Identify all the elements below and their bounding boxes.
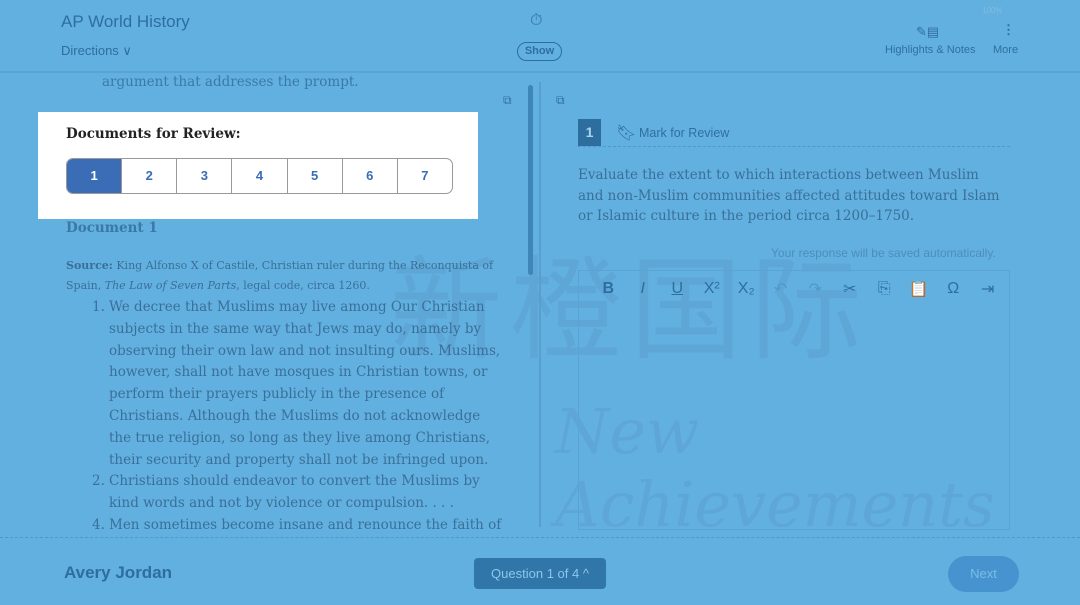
directions-text: argument that addresses the prompt.: [102, 74, 359, 90]
document-tab-5[interactable]: 5: [288, 159, 343, 193]
show-timer-button[interactable]: Show: [517, 42, 562, 61]
cut-icon[interactable]: ✂: [833, 279, 868, 299]
more-vertical-icon[interactable]: ⋮: [1002, 22, 1015, 38]
copy-icon[interactable]: ⎘: [867, 280, 902, 298]
list-item: 2. Christians should endeavor to convert …: [92, 473, 480, 512]
next-button[interactable]: Next: [948, 556, 1019, 592]
documents-for-review: Documents for Review: 1 2 3 4 5 6 7: [38, 112, 478, 219]
document-tab-4[interactable]: 4: [232, 159, 288, 193]
document-tabs: 1 2 3 4 5 6 7: [66, 158, 453, 194]
document-tab-1[interactable]: 1: [67, 159, 123, 193]
stopwatch-icon: ⏱: [530, 12, 543, 29]
underline-icon[interactable]: U: [660, 280, 695, 298]
document-source: Source: King Alfonso X of Castile, Chris…: [66, 256, 506, 296]
question-number: 1: [578, 119, 601, 146]
question-prompt: Evaluate the extent to which interaction…: [578, 167, 1000, 225]
pane-divider[interactable]: [539, 82, 541, 527]
paste-icon[interactable]: 📋: [902, 279, 937, 299]
undo-icon[interactable]: ↶: [764, 279, 799, 299]
question-bar-divider: [578, 146, 1010, 147]
directions-dropdown[interactable]: Directions ∨: [61, 43, 132, 59]
document-tab-6[interactable]: 6: [343, 159, 398, 193]
source-rest: , legal code, circa 1260.: [236, 279, 370, 292]
italic-icon[interactable]: I: [626, 280, 661, 298]
autosave-notice: Your response will be saved automaticall…: [771, 246, 996, 260]
documents-label: Documents for Review:: [66, 126, 241, 142]
collapse-icon[interactable]: ⧉: [556, 93, 565, 108]
bookmark-icon[interactable]: 🔖︎: [616, 123, 636, 143]
document-excerpt: 1. We decree that Muslims may live among …: [92, 297, 502, 537]
mark-for-review[interactable]: Mark for Review: [639, 126, 729, 140]
document-tab-3[interactable]: 3: [177, 159, 233, 193]
document-heading: Document 1: [66, 220, 158, 236]
source-title: The Law of Seven Parts: [104, 279, 237, 292]
student-name: Avery Jordan: [64, 563, 173, 582]
passage-scrollbar[interactable]: [528, 85, 533, 275]
source-label: Source:: [66, 259, 113, 272]
list-item: 1. We decree that Muslims may live among …: [92, 299, 501, 468]
list-item: 4. Men sometimes become insane and renoun…: [92, 516, 502, 533]
special-characters-icon[interactable]: Ω: [936, 280, 971, 298]
more-button[interactable]: More: [993, 44, 1018, 56]
highlights-notes-button[interactable]: Highlights & Notes: [885, 44, 976, 56]
redo-icon[interactable]: ↷: [798, 279, 833, 299]
indent-icon[interactable]: ⇥: [971, 279, 1006, 299]
expand-icon[interactable]: ⧉: [503, 93, 512, 108]
editor-toolbar: B I U X² X₂ ↶ ↷ ✂ ⎘ 📋 Ω ⇥: [579, 271, 1009, 307]
document-tab-7[interactable]: 7: [398, 159, 452, 193]
response-editor[interactable]: B I U X² X₂ ↶ ↷ ✂ ⎘ 📋 Ω ⇥: [578, 270, 1010, 530]
subscript-icon[interactable]: X₂: [729, 280, 764, 298]
question-navigator-button[interactable]: Question 1 of 4 ^: [474, 558, 606, 589]
battery-status: 100%: [982, 6, 1003, 15]
superscript-icon[interactable]: X²: [695, 280, 730, 298]
footer-divider: [0, 537, 1080, 538]
app-title: AP World History: [61, 12, 190, 31]
bold-icon[interactable]: B: [591, 280, 626, 298]
highlighter-notes-icon[interactable]: ✎▤: [916, 24, 939, 40]
document-tab-2[interactable]: 2: [122, 159, 178, 193]
